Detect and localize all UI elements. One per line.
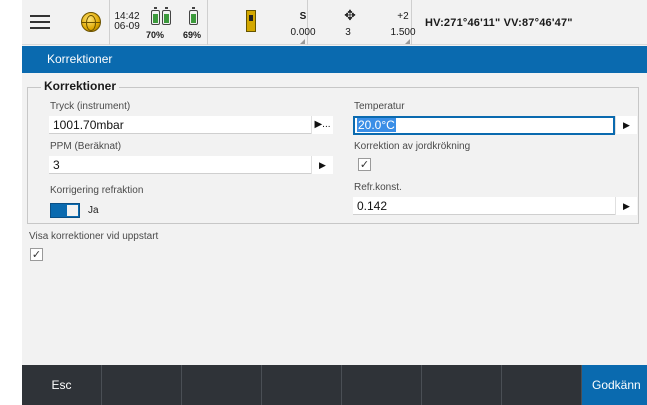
menu-button[interactable] (22, 0, 58, 45)
ppm-input[interactable]: 3 (49, 156, 311, 174)
pressure-picker-button[interactable]: ▶... (311, 116, 333, 134)
instrument-status-button[interactable]: S 0.000 (208, 0, 316, 45)
ppm-label: PPM (Beräknat) (50, 141, 122, 152)
bottom-softkey-bar: Esc Godkänn (22, 365, 647, 405)
pressure-label: Tryck (instrument) (50, 101, 131, 112)
refraction-toggle-text: Ja (88, 205, 99, 216)
target-height: 1.500 (390, 27, 416, 38)
target-icon: ✥ (344, 7, 356, 23)
battery-icon (151, 7, 160, 25)
app-window: 14:42 06-09 70% 69% S 0.000 ✥ 3 +2 1.500… (22, 0, 647, 405)
clock: 14:42 06-09 (112, 12, 142, 32)
pressure-input[interactable]: 1001.70mbar (49, 116, 311, 134)
battery-icon (189, 7, 198, 25)
refr-const-arrow-button[interactable]: ▶ (615, 197, 637, 215)
battery-2-percent: 69% (183, 30, 202, 40)
date-text: 06-09 (114, 21, 140, 32)
corner-indicator (300, 39, 305, 44)
refraction-label: Korrigering refraktion (50, 185, 144, 196)
curvature-label: Korrektion av jordkrökning (354, 141, 471, 152)
time-battery-status[interactable]: 14:42 06-09 70% 69% (110, 0, 208, 45)
left-margin (0, 0, 22, 405)
curvature-checkbox[interactable]: ✓ (358, 158, 371, 171)
gnss-status-button[interactable] (66, 0, 110, 45)
target-status-button[interactable]: ✥ 3 +2 1.500 (308, 0, 416, 45)
ppm-arrow-button[interactable]: ▶ (311, 156, 333, 174)
group-legend: Korrektioner (41, 79, 120, 93)
toggle-knob (67, 205, 78, 216)
refraction-toggle[interactable] (50, 203, 80, 218)
startup-checkbox[interactable]: ✓ (30, 248, 43, 261)
page-title: Korrektioner (22, 46, 647, 73)
temperature-input[interactable]: 20.0°C (353, 116, 615, 135)
corrections-group: Korrektioner Tryck (instrument) 1001.70m… (27, 79, 639, 224)
temperature-label: Temperatur (354, 101, 405, 112)
softkey-empty-5[interactable] (422, 365, 502, 405)
softkey-empty-1[interactable] (102, 365, 182, 405)
softkey-empty-2[interactable] (182, 365, 262, 405)
temperature-arrow-button[interactable]: ▶ (615, 116, 637, 134)
status-bar: 14:42 06-09 70% 69% S 0.000 ✥ 3 +2 1.500… (22, 0, 647, 45)
target-number: 3 (345, 27, 351, 38)
softkey-empty-3[interactable] (262, 365, 342, 405)
battery-1-percent: 70% (146, 30, 165, 40)
instrument-icon (246, 10, 256, 32)
refr-const-label: Refr.konst. (354, 182, 402, 193)
temperature-value: 20.0°C (357, 118, 396, 132)
battery-icon (162, 7, 171, 25)
refr-const-input[interactable]: 0.142 (353, 197, 615, 215)
prism-constant: +2 (397, 11, 409, 22)
esc-button[interactable]: Esc (22, 365, 102, 405)
accept-button[interactable]: Godkänn (582, 365, 647, 405)
softkey-empty-6[interactable] (502, 365, 582, 405)
angle-readout[interactable]: HV:271°46'11" VV:87°46'47" (425, 17, 573, 29)
startup-label: Visa korrektioner vid uppstart (29, 231, 159, 242)
corner-indicator (405, 39, 410, 44)
softkey-empty-4[interactable] (342, 365, 422, 405)
globe-icon (81, 12, 101, 32)
